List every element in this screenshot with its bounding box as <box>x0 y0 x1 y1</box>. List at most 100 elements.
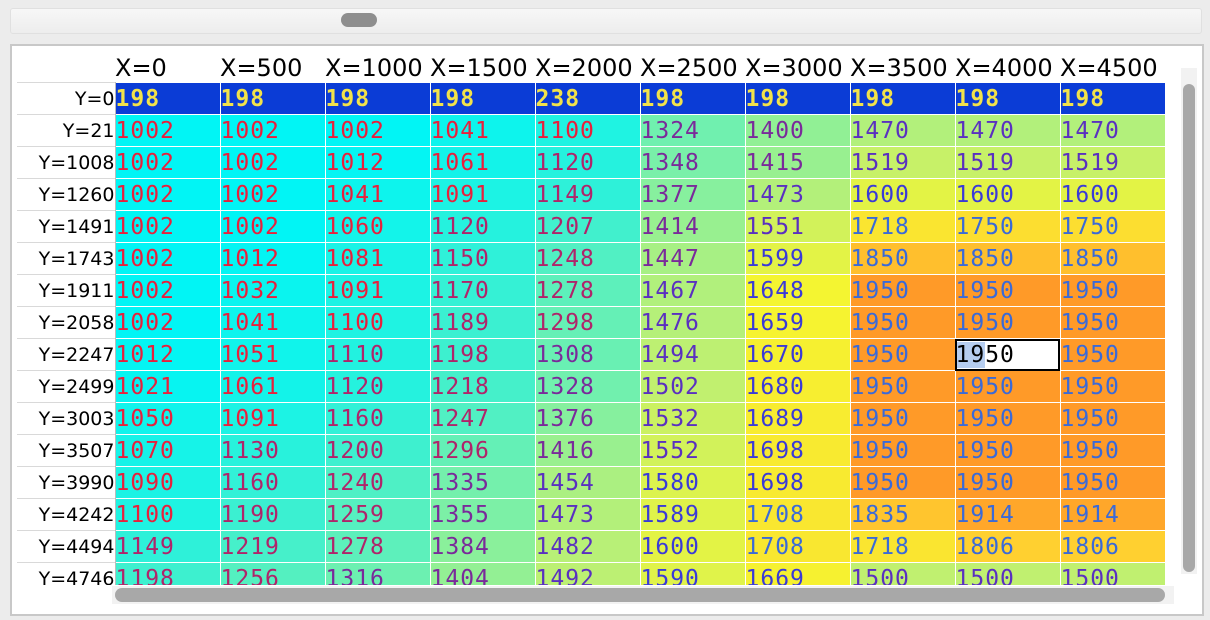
table-cell[interactable]: 1950 <box>849 306 955 339</box>
table-cell[interactable]: 1091 <box>324 274 430 307</box>
table-cell[interactable]: 1590 <box>639 562 745 585</box>
table-cell[interactable]: 198 <box>954 82 1060 115</box>
table-cell[interactable]: 1467 <box>639 274 745 307</box>
table-cell[interactable]: 1256 <box>219 562 325 585</box>
table-cell[interactable]: 1500 <box>849 562 955 585</box>
table-cell[interactable]: 1091 <box>429 178 535 211</box>
table-cell[interactable]: 1160 <box>324 402 430 435</box>
table-cell[interactable]: 1376 <box>534 402 640 435</box>
table-cell[interactable]: 1470 <box>849 114 955 147</box>
table-cell[interactable]: 1670 <box>744 338 850 371</box>
table-cell[interactable]: 1002 <box>219 178 325 211</box>
table-cell[interactable]: 1021 <box>114 370 220 403</box>
table-cell[interactable]: 1041 <box>429 114 535 147</box>
table-cell[interactable]: 1659 <box>744 306 850 339</box>
table-cell[interactable]: 1669 <box>744 562 850 585</box>
table-cell[interactable]: 1170 <box>429 274 535 307</box>
table-cell[interactable]: 1032 <box>219 274 325 307</box>
table-cell[interactable]: 1473 <box>744 178 850 211</box>
table-cell[interactable]: 1002 <box>114 146 220 179</box>
table-cell[interactable]: 1247 <box>429 402 535 435</box>
top-scrollbar-track[interactable] <box>10 8 1202 34</box>
table-cell[interactable]: 1355 <box>429 498 535 531</box>
table-cell[interactable]: 1750 <box>954 210 1060 243</box>
table-cell[interactable]: 1950 <box>1059 434 1165 467</box>
table-cell[interactable]: 1002 <box>114 210 220 243</box>
table-cell[interactable]: 1278 <box>534 274 640 307</box>
table-cell[interactable]: 1708 <box>744 498 850 531</box>
top-scrollbar-thumb[interactable] <box>341 13 377 27</box>
table-cell[interactable]: 1519 <box>954 146 1060 179</box>
table-cell[interactable]: 1950 <box>849 370 955 403</box>
table-cell[interactable]: 1914 <box>1059 498 1165 531</box>
table-cell[interactable]: 1500 <box>954 562 1060 585</box>
table-cell[interactable]: 1698 <box>744 466 850 499</box>
table-cell[interactable]: 1476 <box>639 306 745 339</box>
table-cell[interactable]: 1198 <box>429 338 535 371</box>
table-cell[interactable]: 198 <box>219 82 325 115</box>
table-cell[interactable]: 1470 <box>1059 114 1165 147</box>
table-cell[interactable]: 1414 <box>639 210 745 243</box>
table-cell[interactable]: 1950 <box>954 274 1060 307</box>
table-cell[interactable]: 1600 <box>639 530 745 563</box>
table-cell[interactable]: 1400 <box>744 114 850 147</box>
table-cell[interactable]: 1648 <box>744 274 850 307</box>
table-cell[interactable]: 1259 <box>324 498 430 531</box>
table-cell[interactable]: 1914 <box>954 498 1060 531</box>
table-cell[interactable]: 1296 <box>429 434 535 467</box>
table-cell[interactable]: 1950 <box>954 370 1060 403</box>
table-cell[interactable]: 1950 <box>849 402 955 435</box>
table-cell[interactable]: 1298 <box>534 306 640 339</box>
table-cell[interactable]: 1002 <box>114 114 220 147</box>
table-cell[interactable]: 1091 <box>219 402 325 435</box>
table-cell[interactable]: 1750 <box>1059 210 1165 243</box>
table-cell[interactable]: 1100 <box>324 306 430 339</box>
table-cell[interactable]: 1200 <box>324 434 430 467</box>
table-cell[interactable]: 1090 <box>114 466 220 499</box>
table-cell[interactable]: 198 <box>744 82 850 115</box>
table-cell[interactable]: 1328 <box>534 370 640 403</box>
table-cell[interactable]: 1835 <box>849 498 955 531</box>
table-cell[interactable]: 1219 <box>219 530 325 563</box>
table-cell[interactable]: 1806 <box>1059 530 1165 563</box>
table-cell[interactable]: 1454 <box>534 466 640 499</box>
table-cell[interactable]: 1002 <box>114 306 220 339</box>
table-cell[interactable]: 1492 <box>534 562 640 585</box>
table-cell[interactable]: 1348 <box>639 146 745 179</box>
table-cell[interactable]: 1680 <box>744 370 850 403</box>
table-cell[interactable]: 1950 <box>849 434 955 467</box>
table-cell[interactable]: 1002 <box>114 274 220 307</box>
table-cell[interactable]: 1416 <box>534 434 640 467</box>
table-cell[interactable]: 1150 <box>429 242 535 275</box>
table-cell[interactable]: 1950 <box>1059 370 1165 403</box>
table-cell[interactable]: 1100 <box>534 114 640 147</box>
table-cell[interactable]: 1950 <box>954 306 1060 339</box>
table-cell[interactable]: 1160 <box>219 466 325 499</box>
table-cell[interactable]: 1850 <box>849 242 955 275</box>
table-cell[interactable]: 1950 <box>954 402 1060 435</box>
table-cell[interactable]: 1950 <box>1059 306 1165 339</box>
table-cell[interactable]: 1470 <box>954 114 1060 147</box>
table-cell[interactable]: 1081 <box>324 242 430 275</box>
table-cell[interactable]: 1689 <box>744 402 850 435</box>
table-cell[interactable]: 1189 <box>429 306 535 339</box>
table-cell[interactable]: 238 <box>534 82 640 115</box>
table-cell[interactable]: 1950 <box>849 274 955 307</box>
table-cell[interactable]: 1061 <box>219 370 325 403</box>
table-cell[interactable]: 1404 <box>429 562 535 585</box>
table-cell[interactable]: 1377 <box>639 178 745 211</box>
table-cell[interactable]: 1600 <box>1059 178 1165 211</box>
horizontal-scrollbar-track[interactable] <box>112 586 1174 604</box>
table-cell[interactable]: 1335 <box>429 466 535 499</box>
vertical-scrollbar-track[interactable] <box>1181 68 1197 574</box>
table-cell[interactable]: 1051 <box>219 338 325 371</box>
table-cell[interactable]: 1002 <box>114 242 220 275</box>
table-cell[interactable]: 1120 <box>429 210 535 243</box>
table-cell[interactable]: 1552 <box>639 434 745 467</box>
table-cell[interactable]: 1218 <box>429 370 535 403</box>
table-cell[interactable]: 1061 <box>429 146 535 179</box>
table-cell[interactable]: 1207 <box>534 210 640 243</box>
table-cell[interactable]: 1415 <box>744 146 850 179</box>
table-cell[interactable]: 1950 <box>1059 466 1165 499</box>
table-cell[interactable]: 1950 <box>1059 402 1165 435</box>
